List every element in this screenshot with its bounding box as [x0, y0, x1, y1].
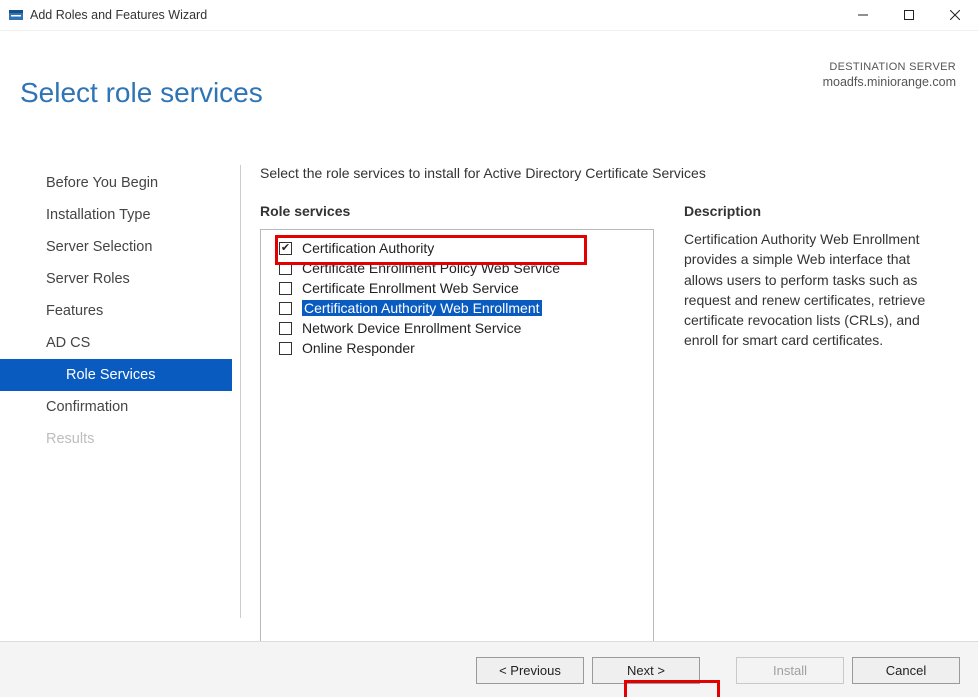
destination-label: DESTINATION SERVER	[823, 61, 956, 73]
header: Select role services DESTINATION SERVER …	[0, 31, 978, 131]
role-label: Certificate Enrollment Web Service	[302, 280, 519, 296]
nav-item[interactable]: AD CS	[0, 327, 232, 359]
minimize-button[interactable]	[840, 0, 886, 30]
next-button[interactable]: Next >	[592, 657, 700, 684]
role-item[interactable]: Certificate Enrollment Policy Web Servic…	[271, 258, 643, 278]
roles-column: Role services ✔ Certification Authority Ce…	[260, 203, 654, 643]
content-columns: Role services ✔ Certification Authority Ce…	[260, 203, 956, 643]
destination-server: moadfs.miniorange.com	[823, 75, 956, 89]
nav-item[interactable]: Features	[0, 295, 232, 327]
role-label: Certification Authority	[302, 240, 434, 256]
maximize-button[interactable]	[886, 0, 932, 30]
nav-item[interactable]: Server Roles	[0, 263, 232, 295]
window-controls	[840, 0, 978, 30]
close-button[interactable]	[932, 0, 978, 30]
role-label: Certification Authority Web Enrollment	[302, 300, 542, 316]
content-intro: Select the role services to install for …	[260, 165, 956, 181]
nav-item[interactable]: Server Selection	[0, 231, 232, 263]
install-button[interactable]: Install	[736, 657, 844, 684]
wizard-nav: Before You BeginInstallation TypeServer …	[0, 151, 232, 638]
nav-item[interactable]: Before You Begin	[0, 167, 232, 199]
role-checkbox[interactable]	[279, 342, 292, 355]
description-column: Description Certification Authority Web …	[684, 203, 956, 643]
role-checkbox[interactable]	[279, 322, 292, 335]
window-title: Add Roles and Features Wizard	[30, 8, 207, 22]
body: Before You BeginInstallation TypeServer …	[0, 151, 978, 638]
nav-item[interactable]: Role Services	[0, 359, 232, 391]
role-item[interactable]: Certification Authority Web Enrollment	[271, 298, 643, 318]
role-checkbox[interactable]	[279, 262, 292, 275]
titlebar: Add Roles and Features Wizard	[0, 0, 978, 31]
footer: < Previous Next > Install Cancel	[0, 641, 978, 697]
role-label: Online Responder	[302, 340, 415, 356]
app-icon	[8, 7, 24, 23]
nav-item[interactable]: Installation Type	[0, 199, 232, 231]
roles-title: Role services	[260, 203, 654, 219]
role-item[interactable]: Online Responder	[271, 338, 643, 358]
role-item[interactable]: Network Device Enrollment Service	[271, 318, 643, 338]
role-item[interactable]: ✔ Certification Authority	[271, 238, 643, 258]
roles-listbox[interactable]: ✔ Certification Authority Certificate Enro…	[260, 229, 654, 643]
role-item[interactable]: Certificate Enrollment Web Service	[271, 278, 643, 298]
nav-item[interactable]: Confirmation	[0, 391, 232, 423]
content: Select the role services to install for …	[232, 151, 978, 638]
role-checkbox[interactable]: ✔	[279, 242, 292, 255]
cancel-button[interactable]: Cancel	[852, 657, 960, 684]
page-title: Select role services	[20, 77, 958, 109]
destination-block: DESTINATION SERVER moadfs.miniorange.com	[823, 61, 956, 89]
role-checkbox[interactable]	[279, 302, 292, 315]
nav-item: Results	[0, 423, 232, 455]
description-text: Certification Authority Web Enrollment p…	[684, 229, 950, 351]
description-title: Description	[684, 203, 950, 219]
role-checkbox[interactable]	[279, 282, 292, 295]
role-label: Network Device Enrollment Service	[302, 320, 521, 336]
previous-button[interactable]: < Previous	[476, 657, 584, 684]
role-label: Certificate Enrollment Policy Web Servic…	[302, 260, 560, 276]
page: Select role services DESTINATION SERVER …	[0, 31, 978, 697]
